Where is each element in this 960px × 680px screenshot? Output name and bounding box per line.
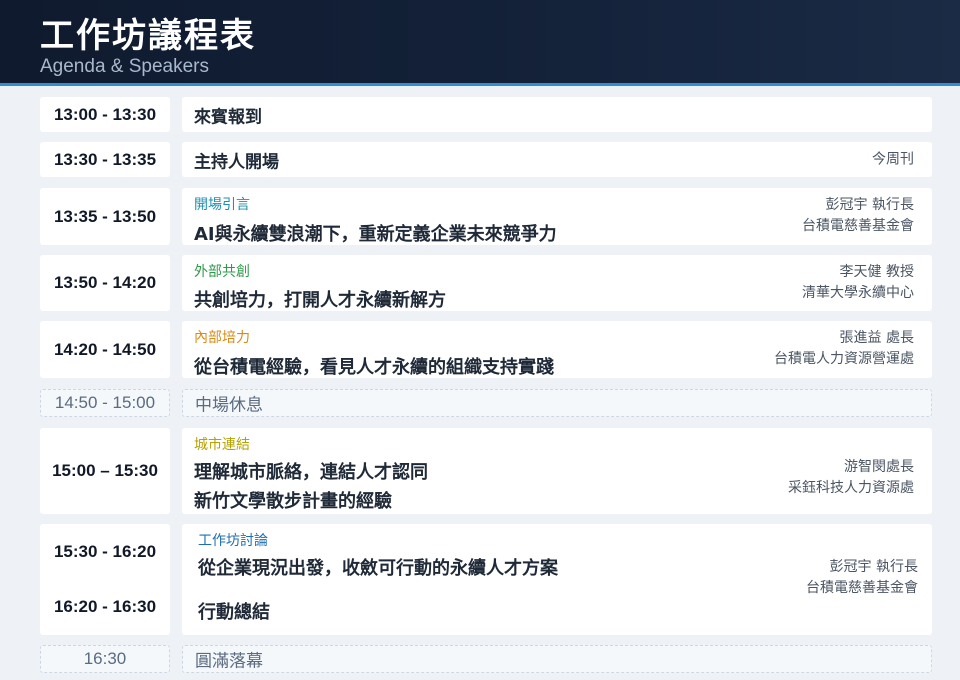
agenda-time: 16:30: [40, 645, 170, 673]
agenda-title: 中場休息: [195, 395, 263, 416]
agenda-title: 圓滿落幕: [195, 651, 263, 672]
agenda-content: 來賓報到: [182, 97, 932, 132]
agenda-title: 從台積電經驗，看見人才永續的組織支持實踐: [194, 357, 554, 378]
agenda-time-2: 16:20 - 16:30: [53, 597, 157, 617]
agenda-row-internal: 14:20 - 14:50 內部培力 從台積電經驗，看見人才永續的組織支持實踐 …: [40, 321, 932, 378]
agenda-time: 14:20 - 14:50: [40, 321, 170, 378]
speaker-org: 采鈺科技人力資源處: [788, 480, 914, 496]
agenda-title: AI與永續雙浪潮下，重新定義企業未來競爭力: [194, 224, 557, 245]
agenda-title: 從企業現況出發，收斂可行動的永續人才方案: [198, 558, 558, 579]
agenda-title: 理解城市脈絡，連結人才認同: [194, 462, 428, 483]
agenda-row-closing: 16:30 圓滿落幕: [40, 645, 932, 673]
agenda-content: 內部培力 從台積電經驗，看見人才永續的組織支持實踐 張進益 處長 台積電人力資源…: [182, 321, 932, 378]
speaker-name: 李天健 教授: [839, 264, 914, 280]
agenda-time: 15:30 - 16:20 16:20 - 16:30: [40, 524, 170, 635]
agenda-time: 15:00 – 15:30: [40, 428, 170, 514]
agenda-speaker: 游智閔處長 采鈺科技人力資源處: [788, 457, 914, 499]
agenda-content: 主持人開場 今周刊: [182, 142, 932, 177]
agenda-row-break: 14:50 - 15:00 中場休息: [40, 389, 932, 417]
speaker-org: 台積電慈善基金會: [802, 218, 914, 234]
agenda-time: 14:50 - 15:00: [40, 389, 170, 417]
speaker-name: 彭冠宇 執行長: [825, 197, 914, 213]
agenda-tag: 內部培力: [194, 330, 250, 346]
agenda-title: 來賓報到: [194, 107, 262, 127]
agenda-row-keynote: 13:35 - 13:50 開場引言 AI與永續雙浪潮下，重新定義企業未來競爭力…: [40, 188, 932, 245]
agenda-speaker: 彭冠宇 執行長 台積電慈善基金會: [806, 557, 918, 599]
speaker-name: 張進益 處長: [839, 330, 914, 346]
agenda-time: 13:30 - 13:35: [40, 142, 170, 177]
agenda-content: 外部共創 共創培力，打開人才永續新解方 李天健 教授 清華大學永續中心: [182, 255, 932, 311]
speaker-name: 游智閔處長: [844, 459, 914, 475]
agenda-time: 13:50 - 14:20: [40, 255, 170, 311]
speaker-org: 台積電慈善基金會: [806, 580, 918, 596]
agenda-tag: 城市連結: [194, 437, 250, 453]
agenda-row-external: 13:50 - 14:20 外部共創 共創培力，打開人才永續新解方 李天健 教授…: [40, 255, 932, 311]
agenda-speaker: 今周刊: [872, 151, 914, 167]
agenda-content: 圓滿落幕: [182, 645, 932, 673]
agenda-time: 13:35 - 13:50: [40, 188, 170, 245]
agenda-speaker: 李天健 教授 清華大學永續中心: [802, 262, 914, 304]
speaker-org: 台積電人力資源營運處: [774, 351, 914, 367]
agenda-speaker: 張進益 處長 台積電人力資源營運處: [774, 328, 914, 370]
speaker-org: 清華大學永續中心: [802, 285, 914, 301]
agenda-row-opening: 13:30 - 13:35 主持人開場 今周刊: [40, 142, 932, 177]
agenda-row-workshop: 15:30 - 16:20 16:20 - 16:30 工作坊討論 從企業現況出…: [40, 524, 932, 635]
agenda-time-1: 15:30 - 16:20: [53, 541, 157, 561]
agenda-content: 開場引言 AI與永續雙浪潮下，重新定義企業未來競爭力 彭冠宇 執行長 台積電慈善…: [182, 188, 932, 245]
agenda-content: 城市連結 理解城市脈絡，連結人才認同 新竹文學散步計畫的經驗 游智閔處長 采鈺科…: [182, 428, 932, 514]
agenda-content: 工作坊討論 從企業現況出發，收斂可行動的永續人才方案 行動總結 彭冠宇 執行長 …: [182, 524, 932, 635]
header-banner: 工作坊議程表 Agenda & Speakers: [0, 0, 960, 86]
agenda-title-2: 行動總結: [198, 602, 270, 623]
agenda-tag: 開場引言: [194, 197, 250, 213]
agenda-title: 共創培力，打開人才永續新解方: [194, 290, 446, 311]
agenda-time: 13:00 - 13:30: [40, 97, 170, 132]
agenda-speaker: 彭冠宇 執行長 台積電慈善基金會: [802, 195, 914, 237]
agenda-row-checkin: 13:00 - 13:30 來賓報到: [40, 97, 932, 132]
agenda-tag: 外部共創: [194, 264, 250, 280]
agenda-tag: 工作坊討論: [198, 533, 268, 549]
agenda-subtitle: 新竹文學散步計畫的經驗: [194, 491, 392, 512]
page-title: 工作坊議程表: [40, 16, 256, 56]
agenda-title: 主持人開場: [194, 152, 279, 172]
agenda-row-city: 15:00 – 15:30 城市連結 理解城市脈絡，連結人才認同 新竹文學散步計…: [40, 428, 932, 514]
agenda-content: 中場休息: [182, 389, 932, 417]
page-subtitle: Agenda & Speakers: [40, 56, 210, 77]
speaker-name: 彭冠宇 執行長: [829, 559, 918, 575]
